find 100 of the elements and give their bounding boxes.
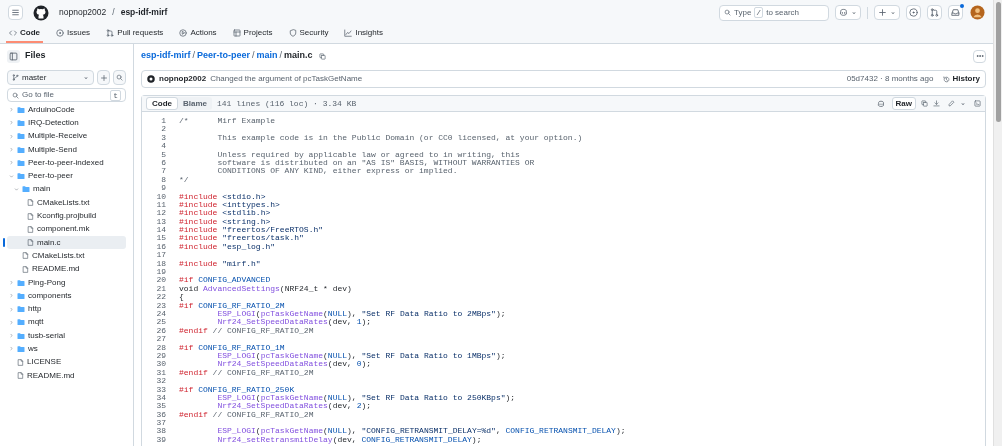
- line-number: 34: [155, 393, 166, 403]
- line-number: 8: [160, 175, 166, 185]
- breadcrumb-separator: /: [279, 49, 283, 63]
- folder-icon: [17, 145, 25, 154]
- tree-item[interactable]: tusb-serial: [7, 329, 126, 343]
- tree-item[interactable]: LICENSE: [7, 355, 126, 369]
- chevron-right-icon: [9, 107, 14, 113]
- copilot-button[interactable]: [835, 5, 861, 21]
- code-line: /* Mirf Example: [179, 117, 275, 126]
- chevron-down-icon: [9, 173, 14, 179]
- code-line: CONDITIONS OF ANY KIND, either express or implied.: [216, 167, 458, 176]
- repo-tab[interactable]: Issues: [53, 25, 94, 43]
- tree-item[interactable]: Kconfig.projbuild: [7, 209, 126, 223]
- breadcrumb-separator: /: [252, 49, 255, 63]
- tree-item[interactable]: Peer-to-peer-indexed: [7, 156, 126, 170]
- raw-button[interactable]: Raw: [891, 97, 916, 110]
- view-tab[interactable]: Code: [146, 97, 178, 110]
- breadcrumb-link[interactable]: esp-idf-mirf: [141, 49, 191, 63]
- create-button[interactable]: [874, 5, 900, 21]
- symbols-button[interactable]: [974, 100, 981, 107]
- breadcrumb-link[interactable]: main: [256, 49, 278, 63]
- repo-tab[interactable]: Projects: [229, 25, 276, 43]
- folder-icon: [17, 132, 25, 141]
- chevron-right-icon: [9, 160, 14, 166]
- file-info: 141 lines (116 loc) · 3.34 KB: [217, 97, 357, 110]
- history-button[interactable]: History: [943, 73, 980, 85]
- search-button[interactable]: [113, 70, 126, 85]
- line-number: 20: [155, 276, 166, 285]
- avatar-icon[interactable]: [970, 5, 985, 21]
- copilot-icon: [839, 8, 848, 18]
- pull-requests-button[interactable]: [927, 5, 942, 21]
- panel-toggle-button[interactable]: [7, 49, 20, 63]
- repo-tab[interactable]: Pull requests: [103, 25, 167, 43]
- edit-button[interactable]: [948, 100, 955, 107]
- history-icon: [943, 75, 951, 83]
- repo-tab[interactable]: Code: [6, 25, 43, 43]
- line-number: 26: [155, 326, 166, 336]
- menu-button[interactable]: [8, 5, 23, 21]
- repo-tab[interactable]: Actions: [176, 25, 220, 43]
- inbox-button[interactable]: [948, 5, 963, 21]
- tree-item[interactable]: CMakeLists.txt: [7, 249, 126, 263]
- tree-item[interactable]: README.md: [7, 368, 126, 383]
- tree-item[interactable]: IRQ-Detection: [7, 116, 126, 130]
- issues-button[interactable]: [906, 5, 921, 21]
- chevron-down-icon: [14, 186, 19, 192]
- file-icon: [27, 212, 34, 220]
- code-line: #include "freertos/task.h": [179, 234, 304, 243]
- line-number: 12: [155, 209, 166, 218]
- tree-item[interactable]: ws: [7, 342, 126, 356]
- line-number: 6: [160, 158, 166, 168]
- branch-select[interactable]: master: [7, 70, 95, 85]
- tree-item[interactable]: Multiple-Send: [7, 142, 126, 157]
- chevron-right-icon: [9, 133, 14, 139]
- tree-item[interactable]: http: [7, 302, 126, 316]
- caret-icon: [890, 9, 896, 16]
- line-number: 3: [160, 133, 166, 143]
- tree-item[interactable]: Multiple-Receive: [7, 129, 126, 143]
- copy-button[interactable]: [921, 100, 928, 107]
- tree-item[interactable]: components: [7, 289, 126, 303]
- copilot-button[interactable]: [875, 98, 887, 109]
- tree-item[interactable]: CMakeLists.txt: [7, 196, 126, 210]
- tree-item[interactable]: main: [7, 182, 126, 197]
- copy-path-button[interactable]: [318, 52, 326, 60]
- line-number: 24: [155, 310, 166, 319]
- table-icon: [232, 29, 241, 38]
- commit-message[interactable]: Changed the argument of pcTaskGetName: [210, 73, 363, 85]
- scrollbar[interactable]: [993, 0, 1002, 446]
- pull-request-icon: [106, 29, 115, 38]
- path-separator: /: [112, 6, 115, 20]
- search-field[interactable]: Type / to search: [719, 4, 829, 21]
- tree-item[interactable]: component.mk: [7, 222, 126, 236]
- line-number: 2: [160, 125, 166, 134]
- chevron-right-icon: [9, 346, 14, 352]
- chevron-right-icon: [9, 280, 14, 285]
- code-line: Nrf24_SetSpeedDataRates(dev, 2);: [216, 402, 372, 411]
- code-line: #include "esp_log.h": [179, 242, 276, 252]
- tree-item[interactable]: Ping-Pong: [7, 275, 126, 290]
- author-link[interactable]: nopnop2002: [159, 73, 207, 85]
- breadcrumb-link[interactable]: Peer-to-peer: [197, 49, 251, 63]
- repo-tab[interactable]: Insights: [341, 25, 386, 43]
- file-icon: [17, 372, 24, 380]
- tree-item[interactable]: Peer-to-peer: [7, 169, 126, 183]
- add-file-button[interactable]: [97, 70, 111, 85]
- go-to-file-field[interactable]: Go to file t: [7, 88, 126, 102]
- view-tab[interactable]: Blame: [178, 97, 212, 110]
- tree-item[interactable]: README.md: [7, 262, 126, 276]
- file-icon: [27, 199, 34, 207]
- download-button[interactable]: [933, 100, 940, 107]
- line-number: 10: [155, 192, 166, 201]
- tree-item[interactable]: ArduinoCode: [7, 103, 126, 117]
- code-line: Nrf24_SetSpeedDataRates(dev, 1);: [216, 318, 372, 327]
- repo-tab[interactable]: Security: [285, 25, 332, 43]
- repo-link[interactable]: esp-idf-mirf: [120, 6, 168, 20]
- code-line: #if CONFIG_RF_RATIO_2M: [179, 301, 285, 310]
- folder-icon: [17, 345, 25, 353]
- shield-icon: [288, 29, 297, 38]
- owner-link[interactable]: nopnop2002: [59, 6, 107, 20]
- more-options-button[interactable]: [973, 49, 986, 63]
- line-number: 4: [160, 142, 166, 151]
- tree-item[interactable]: mqtt: [7, 315, 126, 330]
